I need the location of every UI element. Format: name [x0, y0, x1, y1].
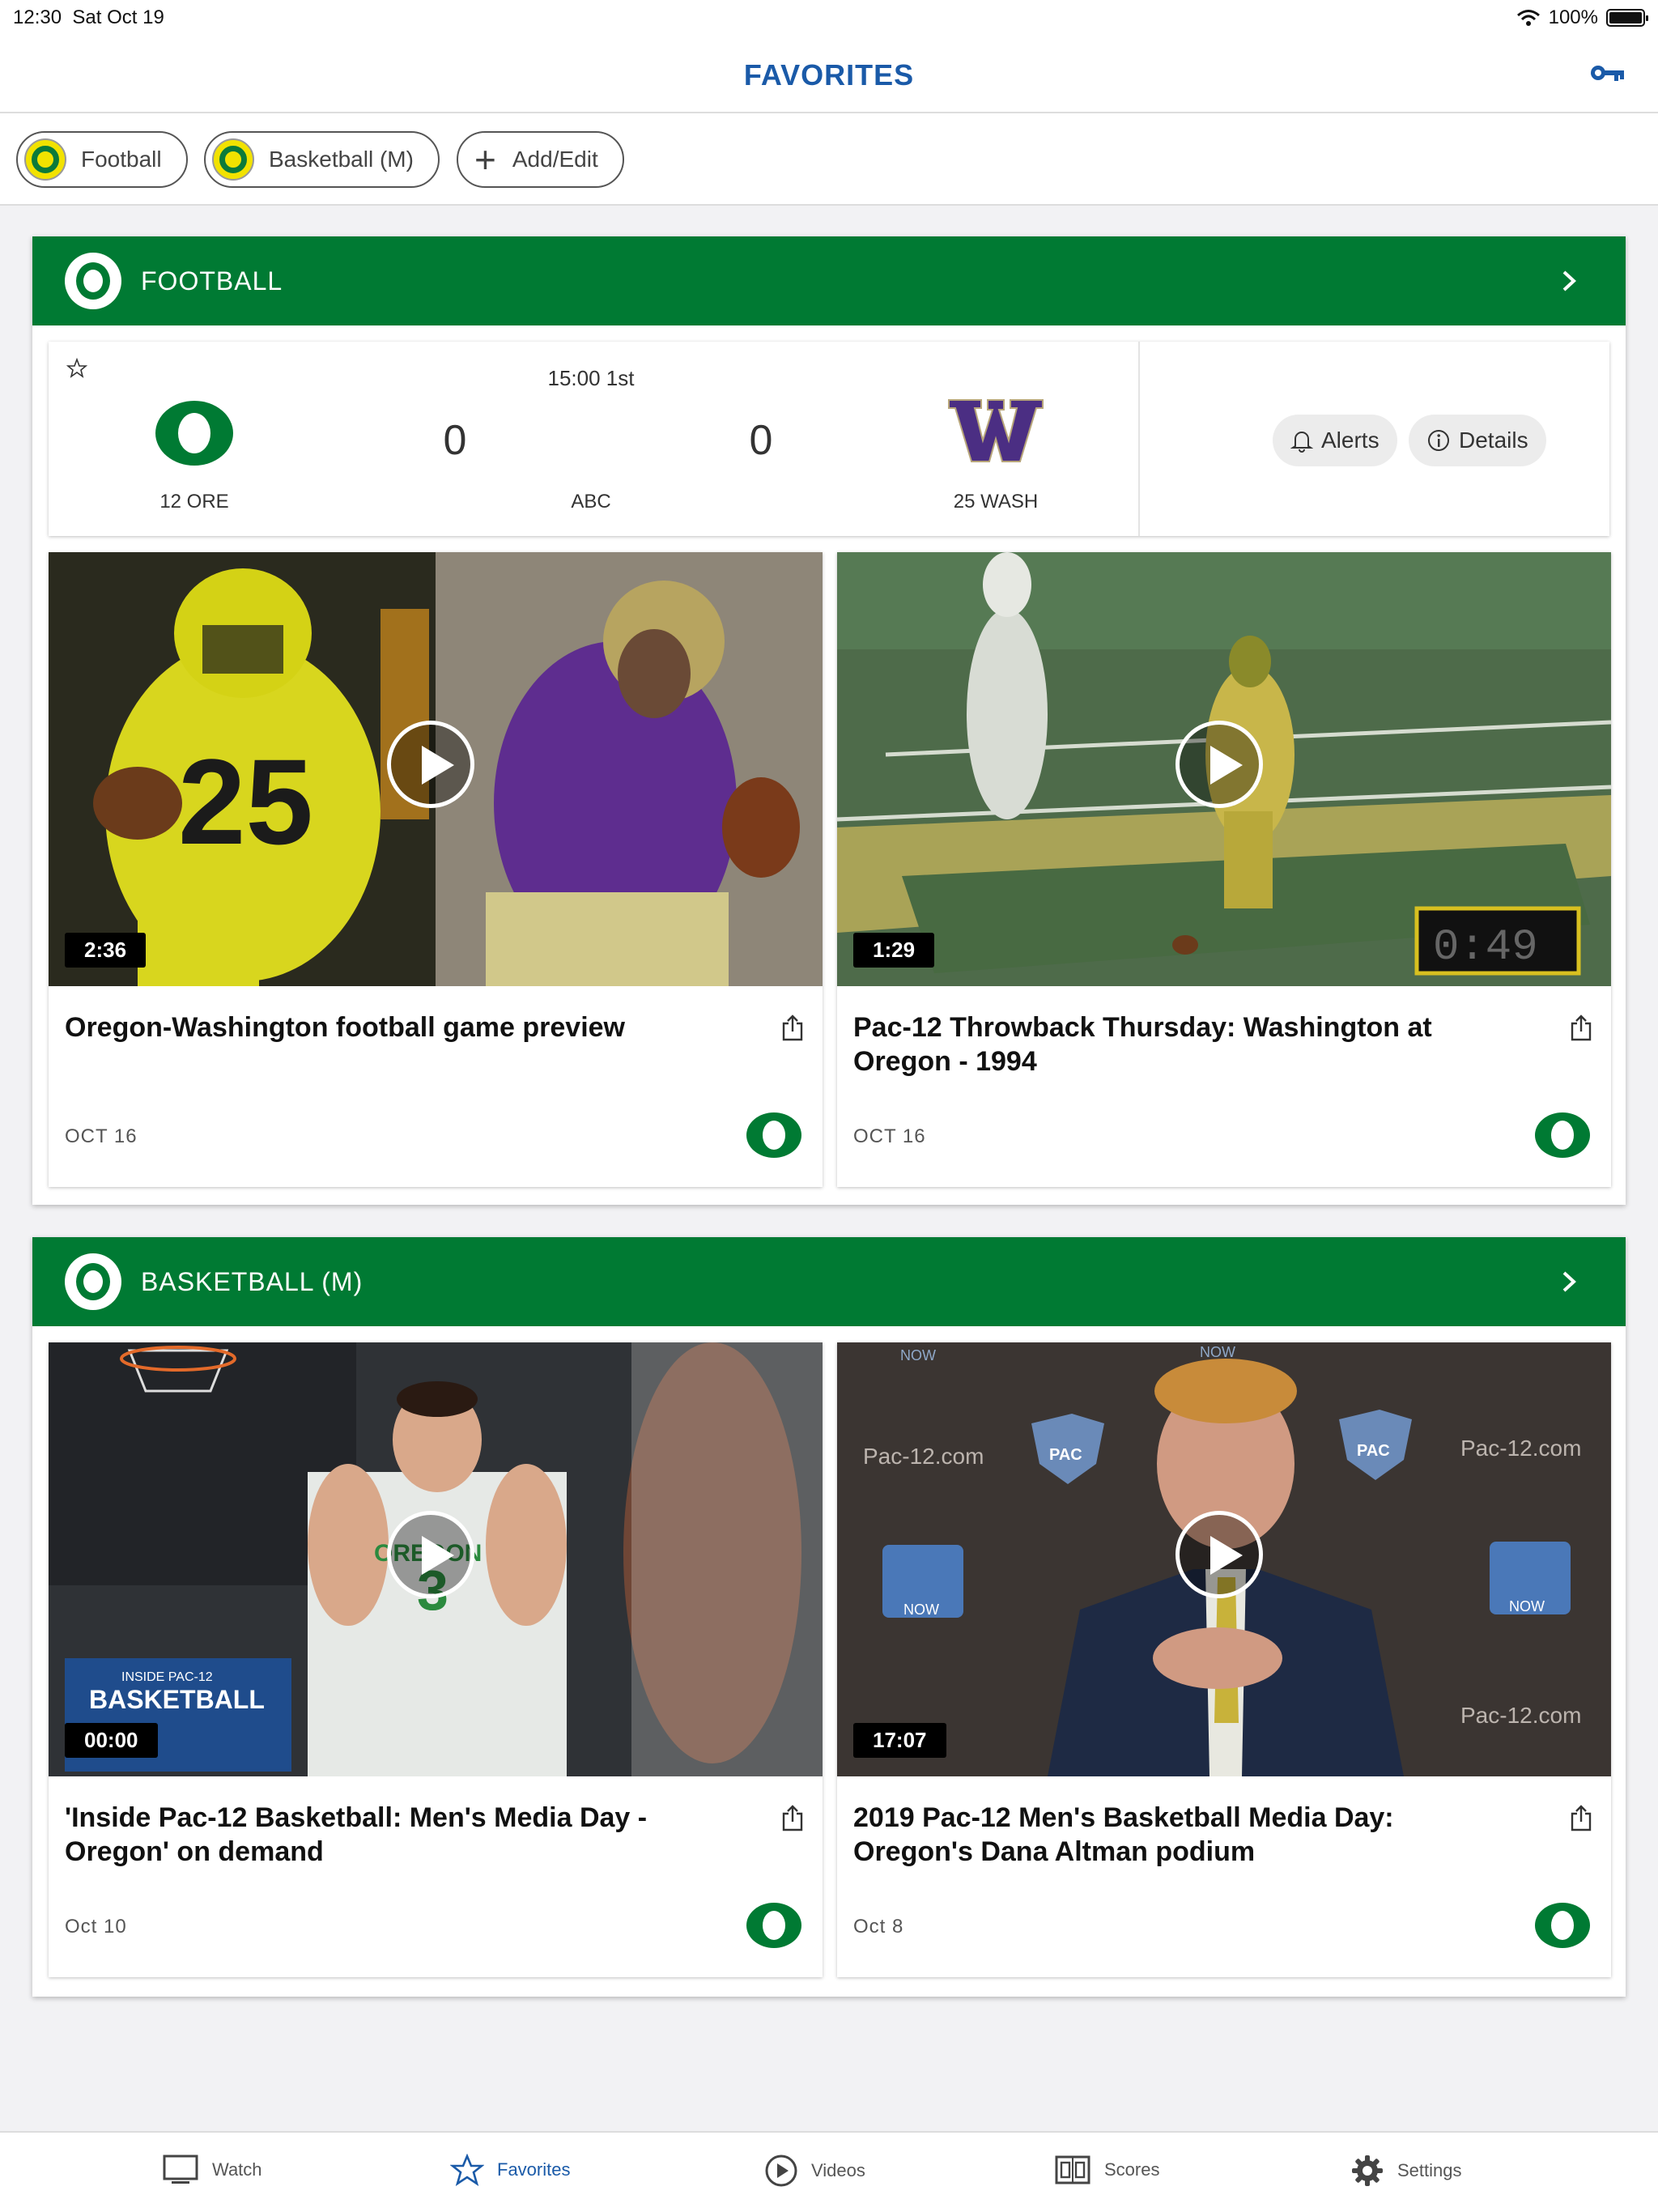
star-icon: [450, 2154, 484, 2186]
tab-videos[interactable]: Videos: [764, 2154, 865, 2188]
tab-watch[interactable]: Watch: [162, 2154, 262, 2186]
svg-text:25: 25: [178, 734, 313, 870]
washington-logo-icon: [948, 399, 1044, 462]
now-text: NOW: [1200, 1344, 1235, 1360]
pac-logo-text: PAC: [1049, 1446, 1082, 1464]
oregon-logo-icon: [65, 1253, 121, 1310]
away-team-name: 25 WASH: [953, 491, 1039, 513]
video-title[interactable]: 'Inside Pac-12 Basketball: Men's Media D…: [65, 1801, 729, 1869]
football-section: FOOTBALL 12 ORE 0 15:00 1st ABC 0 25 WAS…: [32, 236, 1626, 1205]
section-title: FOOTBALL: [141, 266, 283, 296]
video-thumbnail[interactable]: 0:49 1:29: [837, 552, 1611, 986]
video-card[interactable]: 25 2:36 Oregon-Washington football game …: [49, 552, 823, 1187]
play-button-icon[interactable]: [387, 721, 474, 808]
details-button[interactable]: Details: [1409, 415, 1546, 466]
video-thumbnail[interactable]: OREGON 3 INSIDE PAC-12 BASKETBALL 00:00: [49, 1342, 823, 1776]
chevron-right-icon[interactable]: [1558, 1261, 1582, 1302]
scoreboard-icon: [1055, 2155, 1090, 2184]
oregon-logo-icon: [24, 138, 66, 181]
video-title[interactable]: Pac-12 Throwback Thursday: Washington at…: [853, 1010, 1517, 1078]
game-score-card[interactable]: 12 ORE 0 15:00 1st ABC 0 25 WASH Alerts …: [49, 342, 1609, 536]
tab-scores[interactable]: Scores: [1054, 2154, 1159, 2186]
key-icon[interactable]: [1590, 62, 1626, 84]
backdrop-text: Pac-12.com: [1460, 1703, 1581, 1728]
play-button-icon[interactable]: [1175, 1511, 1263, 1598]
video-title[interactable]: Oregon-Washington football game preview: [65, 1010, 729, 1044]
oregon-logo-icon: [1535, 1903, 1590, 1948]
add-edit-button[interactable]: + Add/Edit: [457, 131, 624, 188]
game-clock: 15:00 1st: [547, 366, 635, 390]
tab-settings[interactable]: Settings: [1350, 2154, 1462, 2188]
share-icon[interactable]: [1569, 1804, 1593, 1831]
video-date: Oct 10: [65, 1916, 127, 1938]
video-card[interactable]: OREGON 3 INSIDE PAC-12 BASKETBALL 00:00 …: [49, 1342, 823, 1977]
video-card[interactable]: Pac-12.com Pac-12.com Pac-12.com NOW NOW…: [837, 1342, 1611, 1977]
share-icon[interactable]: [780, 1014, 805, 1041]
favorites-chip-bar: Football Basketball (M) + Add/Edit: [0, 113, 1658, 206]
divider: [1138, 342, 1140, 536]
basketball-section-header[interactable]: BASKETBALL (M): [32, 1237, 1626, 1326]
tv-icon: [163, 2155, 198, 2184]
status-bar: 12:30 Sat Oct 19 100%: [0, 0, 1658, 39]
video-thumbnail[interactable]: Pac-12.com Pac-12.com Pac-12.com NOW NOW…: [837, 1342, 1611, 1776]
gear-icon: [1352, 2155, 1383, 2186]
status-time-date: 12:30 Sat Oct 19: [13, 6, 164, 28]
tab-bar: Watch Favorites Videos Scores Settings: [0, 2131, 1658, 2212]
bell-icon: [1290, 432, 1313, 453]
chevron-right-icon[interactable]: [1558, 261, 1582, 301]
video-card[interactable]: 0:49 1:29 Pac-12 Throwback Thursday: Was…: [837, 552, 1611, 1187]
oregon-logo-icon: [65, 253, 121, 309]
battery-icon: [1606, 9, 1648, 27]
share-icon[interactable]: [780, 1804, 805, 1831]
video-date: OCT 16: [853, 1125, 926, 1147]
oregon-logo-icon: [155, 401, 233, 466]
video-duration: 17:07: [853, 1723, 946, 1758]
chip-football[interactable]: Football: [16, 131, 188, 188]
video-date: Oct 8: [853, 1916, 904, 1938]
video-duration: 00:00: [65, 1723, 158, 1758]
star-outline-icon[interactable]: [66, 358, 87, 379]
oregon-logo-icon: [746, 1112, 801, 1158]
tv-network: ABC: [571, 491, 611, 513]
banner-big-text: BASKETBALL: [89, 1685, 265, 1714]
tab-favorites[interactable]: Favorites: [450, 2154, 570, 2186]
share-icon[interactable]: [1569, 1014, 1593, 1041]
section-title: BASKETBALL (M): [141, 1266, 363, 1296]
video-duration: 1:29: [853, 933, 935, 968]
play-button-icon[interactable]: [1175, 721, 1263, 808]
oregon-logo-icon: [1535, 1112, 1590, 1158]
page-title: FAVORITES: [743, 58, 915, 91]
oregon-logo-icon: [746, 1903, 801, 1948]
video-thumbnail[interactable]: 25 2:36: [49, 552, 823, 986]
football-section-header[interactable]: FOOTBALL: [32, 236, 1626, 325]
alerts-button[interactable]: Alerts: [1273, 415, 1397, 466]
battery-percent: 100%: [1548, 6, 1598, 28]
home-score: 0: [443, 417, 467, 464]
scoreboard-time: 0:49: [1433, 923, 1538, 972]
away-score: 0: [749, 417, 773, 464]
basketball-section: BASKETBALL (M) OREGON 3 INSIDE PAC-12 BA…: [32, 1237, 1626, 1997]
wifi-icon: [1516, 10, 1540, 26]
video-date: OCT 16: [65, 1125, 138, 1147]
chip-basketball-m[interactable]: Basketball (M): [204, 131, 440, 188]
oregon-logo-icon: [212, 138, 254, 181]
home-team-name: 12 ORE: [159, 491, 229, 513]
nav-bar: FAVORITES: [0, 39, 1658, 113]
video-title[interactable]: 2019 Pac-12 Men's Basketball Media Day: …: [853, 1801, 1517, 1869]
backdrop-text: Pac-12.com: [1460, 1436, 1581, 1461]
now-text: NOW: [903, 1602, 939, 1618]
video-duration: 2:36: [65, 933, 147, 968]
banner-small-text: INSIDE PAC-12: [121, 1670, 213, 1684]
now-text: NOW: [900, 1347, 936, 1363]
play-circle-icon: [765, 2155, 797, 2187]
info-icon: [1428, 430, 1449, 451]
now-text: NOW: [1509, 1598, 1545, 1614]
play-button-icon[interactable]: [387, 1511, 474, 1598]
pac-logo-text: PAC: [1357, 1442, 1390, 1460]
backdrop-text: Pac-12.com: [863, 1444, 984, 1469]
plus-icon: +: [474, 138, 496, 181]
